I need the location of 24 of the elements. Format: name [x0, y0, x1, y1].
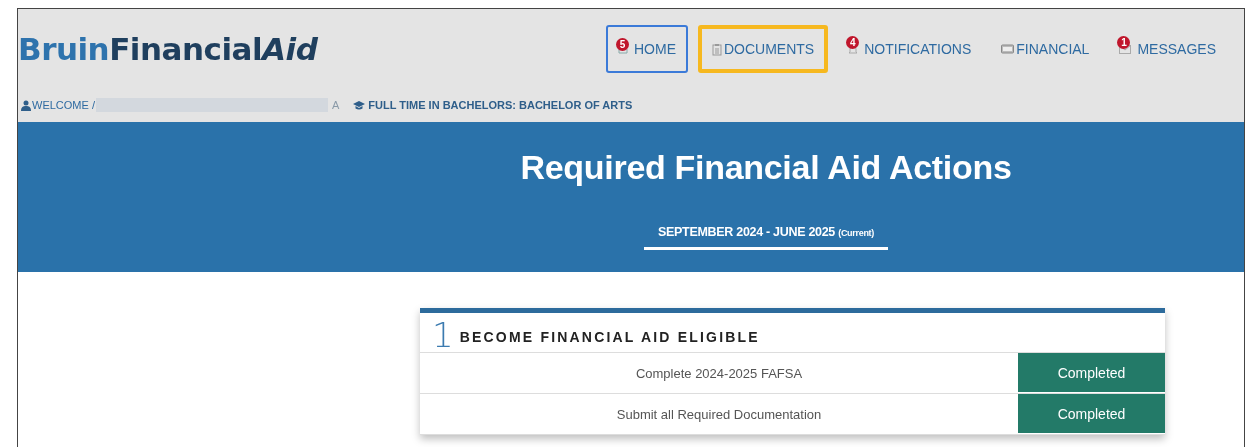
- person-icon: [21, 99, 31, 111]
- logo: BruinFinancialAid: [18, 31, 318, 67]
- count-badge: 4: [846, 36, 860, 49]
- graduation-cap-icon: [353, 100, 366, 110]
- count-badge: 5: [615, 38, 629, 51]
- nav-link[interactable]: DOCUMENTS: [697, 25, 829, 73]
- welcome-text: WELCOME /: [32, 99, 95, 111]
- nav-link[interactable]: 5 HOME: [605, 25, 688, 73]
- step-title: BECOME FINANCIAL AID ELIGIBLE: [459, 329, 760, 345]
- nav-link[interactable]: FINANCIAL: [991, 25, 1100, 73]
- step-number: 1: [432, 318, 454, 352]
- name-fragment: A: [331, 99, 340, 111]
- card-icon: [1001, 44, 1015, 54]
- clipboard-icon: [711, 42, 722, 56]
- status-label: Completed: [1018, 394, 1165, 434]
- task-name: Submit all Required Documentation: [615, 405, 823, 424]
- program-text: FULL TIME IN BACHELORS: BACHELOR OF ARTS: [368, 99, 633, 111]
- count-badge: 1: [1117, 36, 1131, 49]
- nav-link[interactable]: 1 MESSAGES: [1109, 25, 1226, 73]
- page-title: Required Financial Aid Actions: [520, 148, 1012, 187]
- period-tab[interactable]: SEPTEMBER 2024 - JUNE 2025 (Current): [644, 225, 888, 250]
- task-name: Complete 2024-2025 FAFSA: [634, 364, 804, 383]
- nav-link[interactable]: 4 NOTIFICATIONS: [838, 25, 982, 73]
- status-label: Completed: [1018, 353, 1165, 393]
